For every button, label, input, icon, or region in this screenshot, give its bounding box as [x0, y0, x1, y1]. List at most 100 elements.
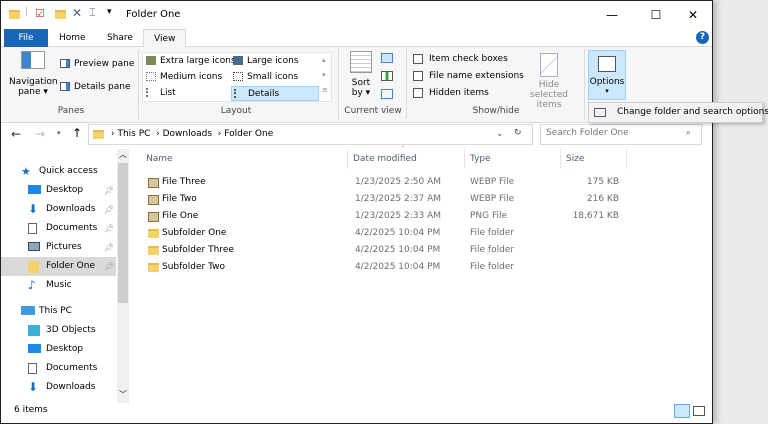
pin-icon[interactable]: 📌︎ — [104, 219, 114, 238]
checkbox[interactable] — [413, 53, 423, 64]
nav-item[interactable]: ♪ Music — [1, 276, 116, 295]
scroll-down-icon[interactable]: ﹀ — [119, 389, 127, 400]
layout-medium-icons[interactable]: Medium icons — [146, 70, 222, 85]
pin-icon[interactable]: 📌︎ — [104, 181, 114, 200]
file-row[interactable]: File Three 1/23/2025 2:50 AM WEBP File 175 … — [141, 174, 631, 191]
nav-item[interactable]: 3D Objects — [1, 321, 116, 340]
navigation-pane-button[interactable]: Navigation pane ▾ — [9, 51, 58, 97]
size-columns-icon[interactable] — [381, 89, 393, 99]
nav-item[interactable]: Documents 📌︎ — [1, 219, 116, 238]
hidden-items-toggle[interactable]: Hidden items — [413, 86, 489, 101]
item-check-boxes-toggle[interactable]: Item check boxes — [413, 52, 508, 67]
layout-group-label: Layout — [220, 106, 252, 116]
layout-small-icons[interactable]: Small icons — [233, 70, 298, 85]
hide-selected-items-button[interactable]: Hide selected items — [519, 53, 579, 110]
up-button[interactable]: ↑ — [72, 126, 82, 140]
nav-item[interactable]: Folder One 📌︎ — [1, 257, 116, 276]
search-box[interactable]: ⌕ — [540, 124, 702, 145]
options-button[interactable]: Options ▾ — [588, 50, 626, 100]
layout-details[interactable]: Details — [231, 86, 319, 101]
divider — [138, 49, 139, 119]
column-name[interactable]: Name — [141, 149, 348, 169]
preview-pane-button[interactable]: Preview pane — [60, 57, 134, 72]
desktop-icon — [28, 185, 41, 194]
file-row[interactable]: File Two 1/23/2025 2:37 AM WEBP File 216 KB — [141, 191, 631, 208]
file-date: 4/2/2025 10:04 PM — [355, 262, 441, 272]
forward-button[interactable]: → — [35, 127, 45, 141]
details-pane-label: Details pane — [74, 82, 131, 92]
checkbox[interactable] — [413, 70, 423, 81]
tab-home[interactable]: Home — [49, 29, 96, 47]
large-icons-view-button[interactable] — [693, 406, 705, 416]
refresh-icon[interactable]: ↻ — [514, 128, 522, 138]
delete-icon[interactable]: ✕ — [72, 6, 82, 20]
file-type: WEBP File — [470, 194, 515, 204]
address-bar[interactable]: › This PC › Downloads › Folder One ⌄ ↻ — [88, 124, 533, 145]
address-dropdown-icon[interactable]: ⌄ — [496, 129, 504, 139]
maximize-button[interactable]: ☐ — [639, 5, 673, 25]
details-pane-button[interactable]: Details pane — [60, 80, 131, 95]
breadcrumb-folder-one[interactable]: Folder One — [224, 129, 273, 139]
layout-label: Extra large icons — [160, 56, 236, 66]
back-button[interactable]: ← — [11, 127, 21, 141]
scroll-up-icon[interactable]: ︿ — [119, 149, 127, 160]
file-row[interactable]: Subfolder Three 4/2/2025 10:04 PM File fol… — [141, 242, 631, 259]
file-type: File folder — [470, 262, 515, 272]
new-folder-icon[interactable] — [55, 10, 66, 19]
nav-item[interactable]: ⬇ Downloads 📌︎ — [1, 200, 116, 219]
group-by-icon[interactable] — [381, 53, 393, 63]
pin-icon[interactable]: 📌︎ — [104, 200, 114, 219]
nav-item[interactable]: ⬇ Downloads — [1, 378, 116, 397]
file-name-extensions-toggle[interactable]: File name extensions — [413, 69, 524, 84]
layout-large-icons[interactable]: Large icons — [233, 54, 299, 69]
checkbox-label: Hidden items — [429, 88, 489, 98]
status-item-count: 6 items — [14, 405, 48, 415]
file-row[interactable]: Subfolder Two 4/2/2025 10:04 PM File folde… — [141, 259, 631, 276]
layout-list[interactable]: List — [146, 86, 176, 101]
image-icon — [148, 195, 159, 205]
nav-item-label: Folder One — [46, 261, 95, 271]
ribbon-tabs: File Home Share View ? — [1, 29, 712, 48]
details-view-button[interactable] — [674, 404, 690, 418]
file-date: 4/2/2025 10:04 PM — [355, 245, 441, 255]
nav-item[interactable]: This PC — [1, 302, 116, 321]
layout-label: Medium icons — [160, 72, 223, 82]
preview-pane-icon — [60, 59, 70, 68]
tab-share[interactable]: Share — [97, 29, 143, 47]
layout-scroll-buttons[interactable]: ▴ ▾ ≡ — [322, 53, 328, 98]
close-button[interactable]: ✕ — [676, 5, 710, 25]
file-type: PNG File — [470, 211, 508, 221]
help-icon[interactable]: ? — [696, 31, 709, 44]
nav-item[interactable]: ★ Quick access — [1, 162, 116, 181]
nav-item[interactable]: Desktop 📌︎ — [1, 181, 116, 200]
folder-icon — [148, 229, 159, 238]
change-folder-options-menu-item[interactable]: Change folder and search options — [588, 102, 768, 123]
nav-scrollbar[interactable]: ︿ ﹀ — [117, 149, 129, 403]
sort-by-button[interactable]: Sort by ▾ — [346, 51, 376, 98]
pin-icon[interactable]: 📌︎ — [104, 238, 114, 257]
scrollbar-thumb[interactable] — [118, 163, 128, 303]
file-row[interactable]: File One 1/23/2025 2:33 AM PNG File 18,671 … — [141, 208, 631, 225]
pin-icon[interactable]: 📌︎ — [104, 257, 114, 276]
rename-icon[interactable]: ⌶ — [89, 6, 96, 20]
tab-file[interactable]: File — [4, 29, 48, 47]
properties-icon[interactable]: ☑ — [35, 7, 45, 20]
checkbox[interactable] — [413, 87, 423, 98]
layout-extra-large-icons[interactable]: Extra large icons — [146, 54, 236, 69]
breadcrumb-this-pc[interactable]: This PC — [117, 129, 150, 139]
column-type[interactable]: Type — [465, 149, 561, 169]
add-columns-icon[interactable] — [381, 71, 393, 81]
column-date-modified[interactable]: Date modified — [348, 149, 465, 169]
search-input[interactable] — [546, 128, 681, 138]
recent-locations-button[interactable]: ▾ — [57, 129, 61, 137]
breadcrumb-downloads[interactable]: Downloads — [163, 129, 212, 139]
nav-item[interactable]: Pictures 📌︎ — [1, 238, 116, 257]
nav-item[interactable]: Documents — [1, 359, 116, 378]
customize-toolbar-icon[interactable]: ▾ — [107, 7, 112, 17]
tab-view[interactable]: View — [143, 29, 187, 48]
file-row[interactable]: Subfolder One 4/2/2025 10:04 PM File folde… — [141, 225, 631, 242]
minimize-button[interactable]: — — [595, 5, 629, 25]
nav-item[interactable]: Desktop — [1, 340, 116, 359]
image-icon — [148, 178, 159, 188]
column-size[interactable]: Size — [561, 149, 627, 169]
